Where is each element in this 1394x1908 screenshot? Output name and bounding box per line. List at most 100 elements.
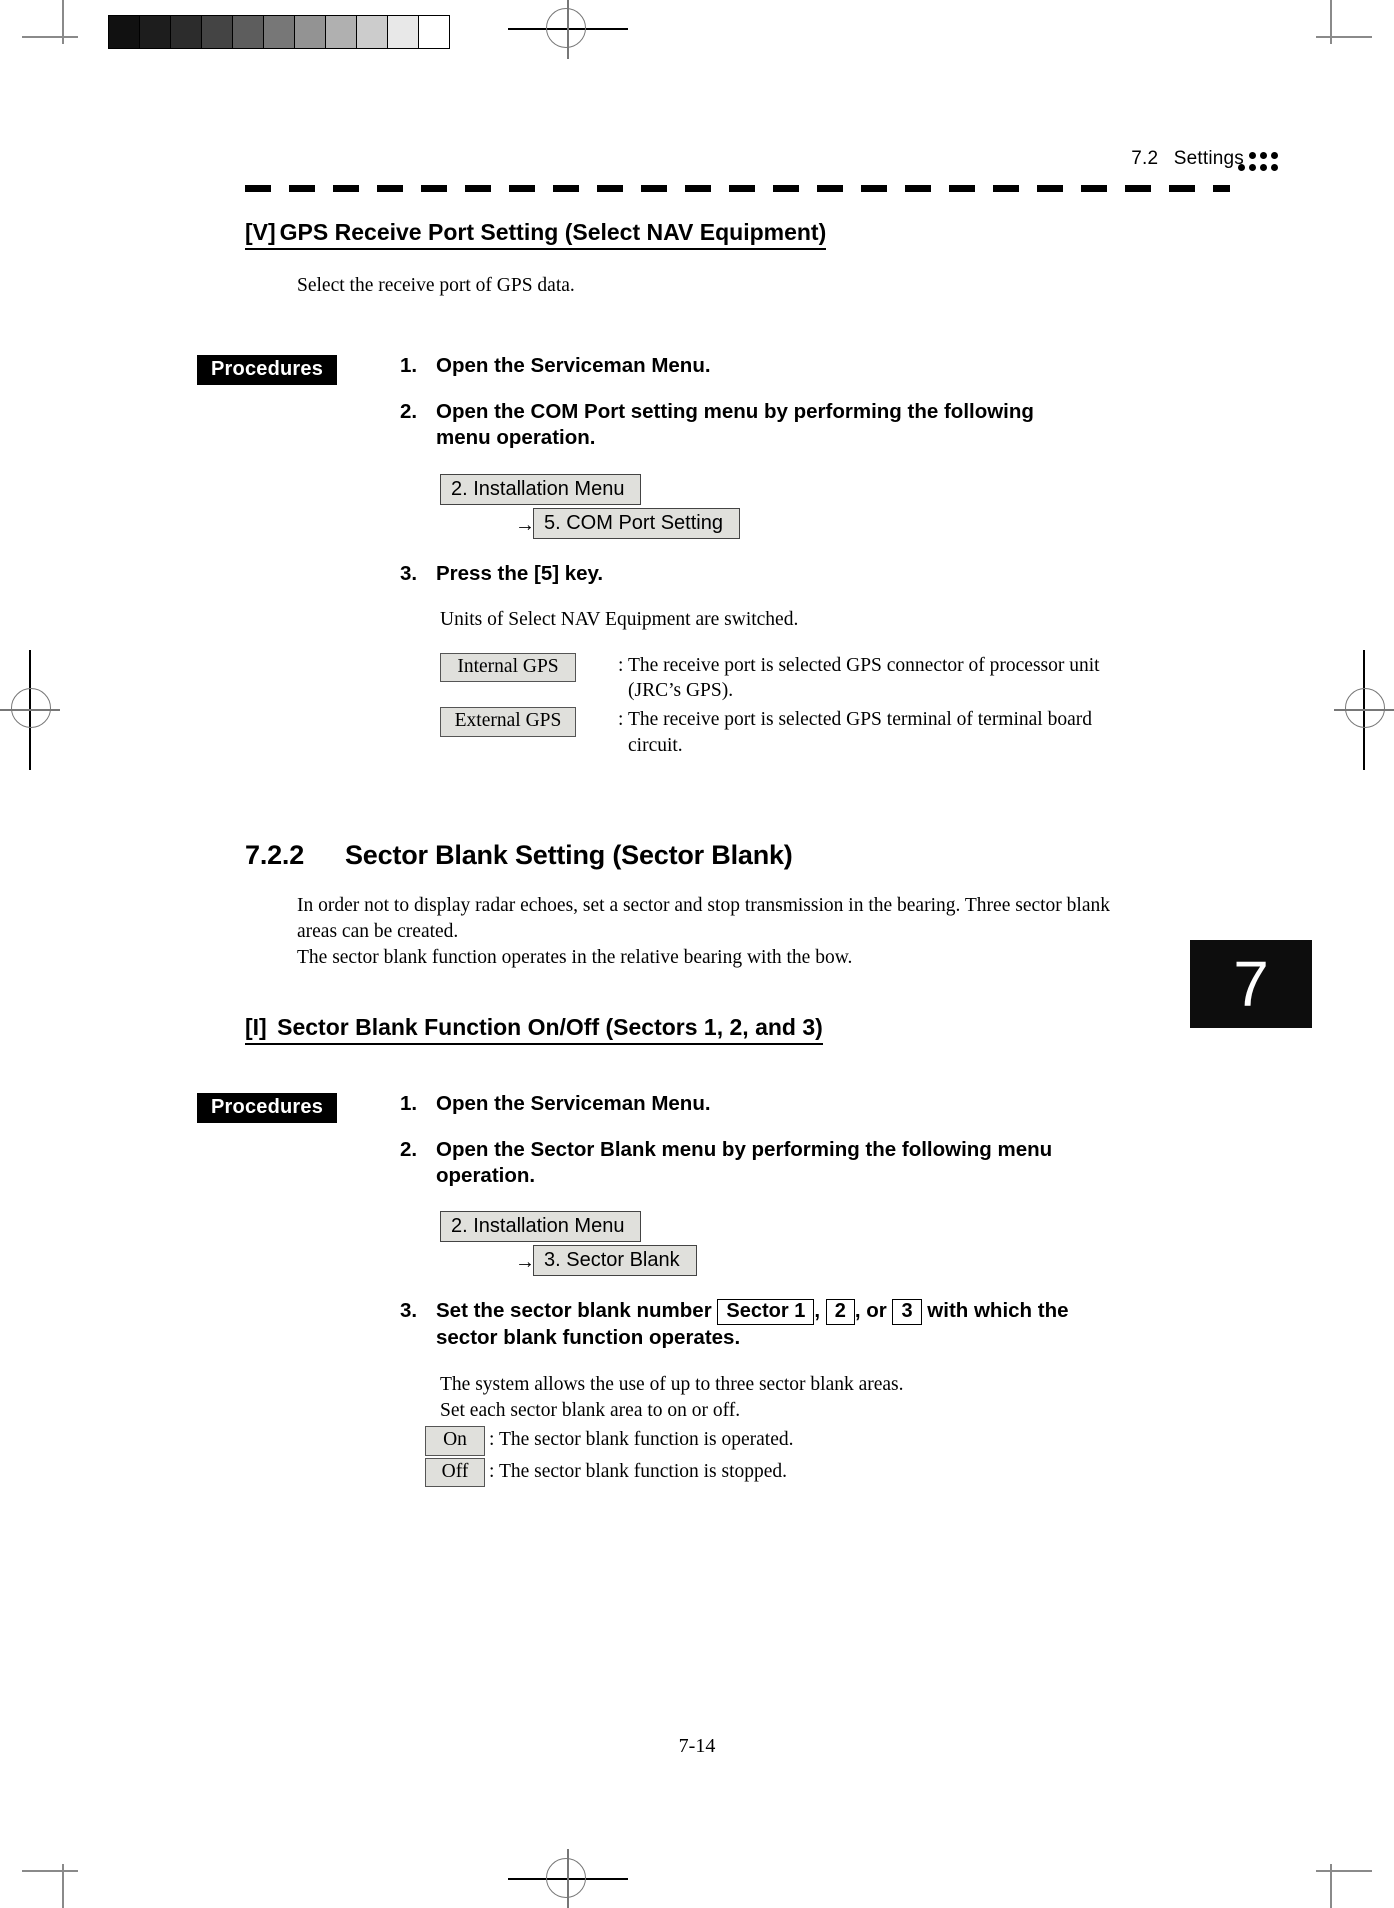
gps-step-2-number: 2. bbox=[400, 400, 418, 424]
heading-sector-blank-onoff-tag: [I] bbox=[245, 1013, 267, 1040]
gps-option-internal-desc-line1: : The receive port is selected GPS conne… bbox=[618, 654, 1100, 676]
running-header: 7.2 Settings bbox=[0, 148, 1394, 170]
header-dot bbox=[1249, 164, 1256, 171]
menu-path-arrow-icon-2: → bbox=[515, 1251, 535, 1274]
gps-step-3-number: 3. bbox=[400, 561, 418, 585]
gps-step-3: 3. Press the [5] key. bbox=[400, 561, 1056, 587]
heading-sector-blank-number: 7.2.2 bbox=[245, 840, 305, 871]
header-dot bbox=[1260, 164, 1267, 171]
sector-blank-intro-line1: In order not to display radar echoes, se… bbox=[297, 895, 1110, 917]
option-box-internal-gps[interactable]: Internal GPS bbox=[440, 652, 576, 683]
sector-option-off: Off : The sector blank function is stopp… bbox=[425, 1457, 1245, 1488]
header-dot bbox=[1249, 152, 1256, 159]
grayscale-swatch-7 bbox=[326, 16, 357, 48]
option-box-on[interactable]: On bbox=[425, 1426, 485, 1456]
registration-crosshair-right bbox=[1334, 650, 1394, 770]
gps-option-external-desc: : The receive port is selected GPS termi… bbox=[618, 707, 1092, 758]
sector-option-on-desc: : The sector blank function is operated. bbox=[489, 1429, 794, 1451]
menu-item-installation-menu-2[interactable]: 2. Installation Menu bbox=[440, 1211, 642, 1243]
sector-notes-line2: Set each sector blank area to on or off. bbox=[440, 1399, 741, 1421]
grayscale-swatch-9 bbox=[388, 16, 419, 48]
grayscale-swatch-4 bbox=[233, 16, 264, 48]
corner-crop-mark-top-right bbox=[1316, 0, 1372, 44]
sector-step-3-part1: Set the sector blank number bbox=[436, 1299, 712, 1323]
sector-step-1-number: 1. bbox=[400, 1091, 418, 1115]
procedures-tag-gps: Procedures bbox=[197, 354, 338, 385]
sector-step-3: 3. Set the sector blank number Sector 1,… bbox=[400, 1298, 1136, 1351]
grayscale-swatch-10 bbox=[419, 16, 449, 48]
sector-step-3-line2: sector blank function operates. bbox=[436, 1326, 741, 1350]
gps-option-internal-desc-line2: (JRC’s GPS). bbox=[628, 680, 734, 702]
key-box-sector-1[interactable]: Sector 1 bbox=[717, 1299, 815, 1326]
sector-step-2-text: Open the Sector Blank menu by performing… bbox=[436, 1137, 1053, 1188]
gps-step-2: 2. Open the COM Port setting menu by per… bbox=[400, 399, 1056, 451]
sector-notes-line1: The system allows the use of up to three… bbox=[440, 1373, 904, 1395]
registration-crosshair-left bbox=[0, 650, 60, 770]
heading-sector-blank-title: Sector Blank Setting (Sector Blank) bbox=[345, 840, 793, 871]
gps-menu-path-row-2: → 5. COM Port Setting bbox=[515, 507, 1245, 539]
sector-option-on: On : The sector blank function is operat… bbox=[425, 1426, 1245, 1456]
option-box-external-gps[interactable]: External GPS bbox=[440, 707, 576, 737]
gps-option-external-desc-line1: : The receive port is selected GPS termi… bbox=[618, 709, 1092, 731]
grayscale-swatch-0 bbox=[109, 16, 140, 48]
corner-crop-mark-bottom-right bbox=[1316, 1864, 1372, 1908]
grayscale-swatch-2 bbox=[171, 16, 202, 48]
option-box-off[interactable]: Off bbox=[425, 1457, 485, 1488]
key-box-sector-2[interactable]: 2 bbox=[825, 1299, 855, 1326]
sector-step-3-part2: with which the bbox=[927, 1299, 1069, 1323]
header-section-title: Settings bbox=[1173, 148, 1244, 169]
sector-blank-intro: In order not to display radar echoes, se… bbox=[297, 893, 1245, 971]
grayscale-swatch-8 bbox=[357, 16, 388, 48]
sector-step-3-sep1: , bbox=[814, 1299, 821, 1323]
gps-option-external-desc-line2: circuit. bbox=[628, 734, 683, 756]
header-dot-matrix-icon bbox=[1238, 152, 1278, 178]
sector-step-3-sep2: , or bbox=[854, 1299, 887, 1323]
menu-path-arrow-icon: → bbox=[515, 513, 535, 536]
page-content: [V] GPS Receive Port Setting (Select NAV … bbox=[197, 218, 1245, 1488]
registration-crosshair-top bbox=[508, 0, 628, 59]
gps-step-1-number: 1. bbox=[400, 353, 418, 377]
gps-port-intro: Select the receive port of GPS data. bbox=[297, 275, 575, 296]
gps-step-3-text: Press the [5] key. bbox=[436, 561, 604, 585]
sector-step-2-number: 2. bbox=[400, 1137, 418, 1161]
menu-item-installation-menu[interactable]: 2. Installation Menu bbox=[440, 473, 642, 505]
gps-option-internal-desc: : The receive port is selected GPS conne… bbox=[618, 653, 1100, 704]
sector-blank-intro-line2: areas can be created. bbox=[297, 921, 459, 943]
sector-option-off-desc: : The sector blank function is stopped. bbox=[489, 1460, 788, 1482]
header-dot bbox=[1271, 164, 1278, 171]
gps-switch-note: Units of Select NAV Equipment are switch… bbox=[440, 608, 799, 630]
corner-crop-mark-bottom-left bbox=[22, 1864, 78, 1908]
heading-gps-port-tag: [V] bbox=[245, 219, 276, 245]
header-dashed-rule bbox=[245, 185, 1230, 192]
grayscale-swatch-5 bbox=[264, 16, 295, 48]
grayscale-swatch-3 bbox=[202, 16, 233, 48]
header-section-number: 7.2 bbox=[1131, 148, 1159, 169]
gps-option-external-key-wrap: External GPS bbox=[440, 707, 600, 737]
procedures-tag-sector: Procedures bbox=[197, 1092, 338, 1123]
heading-sector-blank-onoff: [I] Sector Blank Function On/Off (Sector… bbox=[245, 1013, 823, 1045]
sector-step-3-number: 3. bbox=[400, 1299, 418, 1323]
header-dot bbox=[1271, 152, 1278, 159]
gps-step-1: 1. Open the Serviceman Menu. bbox=[400, 353, 1056, 379]
sector-step-1: 1. Open the Serviceman Menu. bbox=[400, 1091, 1056, 1117]
heading-sector-blank-onoff-title: Sector Blank Function On/Off (Sectors 1,… bbox=[277, 1013, 823, 1040]
grayscale-swatch-6 bbox=[295, 16, 326, 48]
sector-step-2: 2. Open the Sector Blank menu by perform… bbox=[400, 1137, 1056, 1189]
gps-step-2-text: Open the COM Port setting menu by perfor… bbox=[436, 400, 1034, 450]
sector-blank-intro-line3: The sector blank function operates in th… bbox=[297, 947, 853, 968]
heading-gps-port-title: GPS Receive Port Setting (Select NAV Equ… bbox=[279, 219, 827, 245]
gps-option-internal-key-wrap: Internal GPS bbox=[440, 652, 600, 683]
menu-item-sector-blank[interactable]: 3. Sector Blank bbox=[533, 1245, 697, 1277]
heading-gps-port: [V] GPS Receive Port Setting (Select NAV … bbox=[245, 218, 827, 250]
header-dot bbox=[1238, 164, 1245, 171]
chapter-thumb-tab: 7 bbox=[1190, 940, 1312, 1028]
sector-menu-path: 2. Installation Menu → 3. Sector Blank bbox=[440, 1211, 1245, 1277]
grayscale-swatch-1 bbox=[140, 16, 171, 48]
corner-crop-mark-top-left bbox=[22, 0, 78, 44]
key-box-sector-3[interactable]: 3 bbox=[892, 1299, 922, 1326]
sector-notes: The system allows the use of up to three… bbox=[440, 1372, 1245, 1424]
gps-menu-path: 2. Installation Menu → 5. COM Port Settin… bbox=[440, 473, 1245, 539]
gps-step-1-text: Open the Serviceman Menu. bbox=[436, 353, 711, 377]
menu-item-com-port-setting[interactable]: 5. COM Port Setting bbox=[533, 507, 740, 539]
scanned-manual-page: 7.2 Settings [V] GPS Receive Port Setting… bbox=[0, 0, 1394, 1908]
